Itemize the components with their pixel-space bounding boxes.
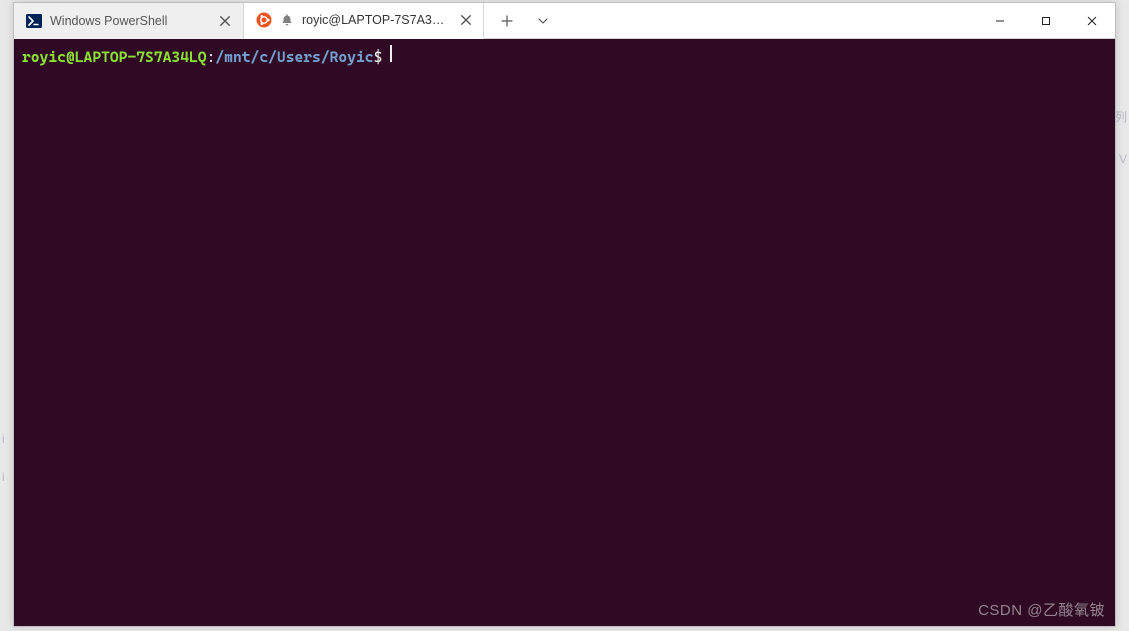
tab-powershell[interactable]: Windows PowerShell [14, 3, 244, 39]
ubuntu-icon [256, 12, 272, 28]
titlebar-drag-region[interactable] [560, 3, 977, 38]
tab-strip: Windows PowerShell [14, 3, 484, 38]
prompt-user-host: royic@LAPTOP-7S7A34LQ [22, 47, 207, 67]
terminal-window: Windows PowerShell [13, 2, 1116, 627]
prompt-separator: : [207, 47, 216, 67]
titlebar[interactable]: Windows PowerShell [14, 3, 1115, 39]
titlebar-actions [484, 3, 560, 38]
new-tab-button[interactable] [490, 4, 524, 38]
terminal-viewport[interactable]: royic@LAPTOP-7S7A34LQ:/mnt/c/Users/Royic… [14, 39, 1115, 626]
tab-ubuntu[interactable]: royic@LAPTOP-7S7A34LQ: / [244, 3, 484, 39]
tab-close-button[interactable] [459, 12, 474, 28]
minimize-button[interactable] [977, 3, 1023, 38]
close-button[interactable] [1069, 3, 1115, 38]
tab-label: royic@LAPTOP-7S7A34LQ: / [302, 13, 451, 27]
text-cursor [390, 45, 392, 62]
tab-label: Windows PowerShell [50, 14, 209, 28]
maximize-button[interactable] [1023, 3, 1069, 38]
powershell-icon [26, 13, 42, 29]
window-controls [977, 3, 1115, 38]
tab-dropdown-button[interactable] [526, 4, 560, 38]
prompt-line: royic@LAPTOP-7S7A34LQ:/mnt/c/Users/Royic… [22, 45, 1107, 67]
prompt-path: /mnt/c/Users/Royic [215, 47, 373, 67]
bell-icon [280, 13, 294, 27]
prompt-symbol: $ [374, 47, 383, 67]
tab-close-button[interactable] [217, 13, 233, 29]
